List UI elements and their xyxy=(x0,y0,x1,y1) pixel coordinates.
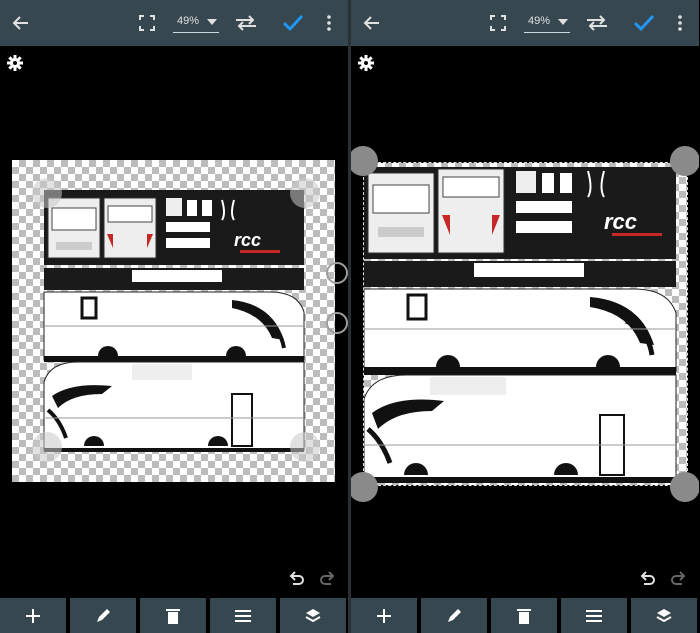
rotate-cw-icon[interactable] xyxy=(326,262,348,284)
resize-handle-top-right[interactable] xyxy=(290,178,320,208)
texture-canvas[interactable]: rcc xyxy=(363,162,688,486)
layers-menu-button[interactable] xyxy=(210,598,276,633)
swap-arrows-icon[interactable] xyxy=(231,0,261,46)
layers-menu-button[interactable] xyxy=(561,598,627,633)
edit-button[interactable] xyxy=(421,598,487,633)
zoom-dropdown[interactable]: 49% xyxy=(522,0,572,46)
undo-icon[interactable] xyxy=(638,570,656,588)
zoom-value: 49% xyxy=(177,15,200,27)
redo-icon[interactable] xyxy=(670,570,688,588)
resize-handle-bottom-left[interactable] xyxy=(32,432,62,462)
menu-lines-icon xyxy=(586,609,602,622)
check-icon[interactable] xyxy=(630,0,658,46)
check-icon[interactable] xyxy=(279,0,307,46)
layers-icon xyxy=(656,608,672,622)
caret-down-icon xyxy=(207,19,217,25)
gear-icon[interactable] xyxy=(357,54,375,72)
zoom-dropdown[interactable]: 49% xyxy=(171,0,221,46)
trash-icon xyxy=(166,608,180,624)
redo-icon[interactable] xyxy=(319,570,337,588)
bottom-toolbar xyxy=(351,598,699,633)
add-button[interactable] xyxy=(351,598,417,633)
logo-text: rcc xyxy=(604,209,637,234)
top-toolbar: 49% xyxy=(351,0,699,46)
more-vert-icon[interactable] xyxy=(671,0,689,46)
plus-icon xyxy=(26,608,40,623)
resize-handle-bottom-left[interactable] xyxy=(351,472,378,502)
delete-button[interactable] xyxy=(140,598,206,633)
layers-icon xyxy=(305,608,321,622)
gear-icon[interactable] xyxy=(6,54,24,72)
resize-handle-top-right[interactable] xyxy=(670,146,699,176)
undo-icon[interactable] xyxy=(287,570,305,588)
caret-down-icon xyxy=(558,19,568,25)
fullscreen-icon[interactable] xyxy=(485,0,511,46)
resize-handle-bottom-right[interactable] xyxy=(670,472,699,502)
edit-button[interactable] xyxy=(70,598,136,633)
logo-text: rcc xyxy=(234,230,261,250)
bus-livery-image: rcc xyxy=(43,190,305,452)
resize-handle-top-left[interactable] xyxy=(32,178,62,208)
menu-lines-icon xyxy=(235,609,251,622)
more-vert-icon[interactable] xyxy=(320,0,338,46)
trash-icon xyxy=(517,608,531,624)
layers-button[interactable] xyxy=(280,598,346,633)
rotate-ccw-icon[interactable] xyxy=(326,312,348,334)
zoom-value: 49% xyxy=(528,15,551,27)
layers-button[interactable] xyxy=(631,598,697,633)
texture-canvas[interactable]: rcc xyxy=(12,160,335,482)
back-arrow-icon[interactable] xyxy=(6,0,36,46)
editor-screen-right: 49% rcc xyxy=(351,0,699,633)
editor-screen-left: 49% rcc xyxy=(0,0,348,633)
bus-livery-image: rcc xyxy=(364,167,677,483)
bottom-toolbar xyxy=(0,598,348,633)
fullscreen-icon[interactable] xyxy=(134,0,160,46)
plus-icon xyxy=(377,608,391,623)
back-arrow-icon[interactable] xyxy=(357,0,387,46)
pencil-icon xyxy=(448,608,461,622)
top-toolbar: 49% xyxy=(0,0,348,46)
add-button[interactable] xyxy=(0,598,66,633)
swap-arrows-icon[interactable] xyxy=(582,0,612,46)
delete-button[interactable] xyxy=(491,598,557,633)
pencil-icon xyxy=(97,608,110,622)
resize-handle-bottom-right[interactable] xyxy=(290,432,320,462)
